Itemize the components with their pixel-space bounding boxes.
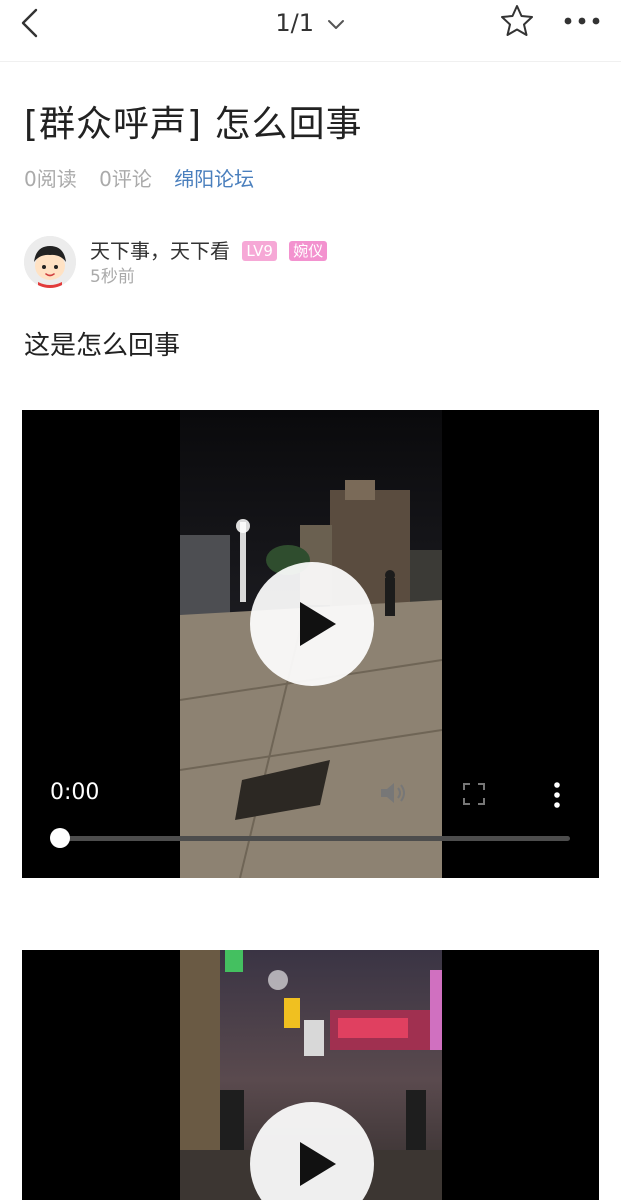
avatar[interactable] [24, 236, 76, 288]
level-badge: LV9 [242, 241, 277, 261]
favorite-button[interactable] [498, 2, 536, 40]
comment-count: 0评论 [99, 167, 152, 191]
video-player[interactable] [22, 950, 599, 1200]
post-body: 这是怎么回事 [24, 331, 181, 361]
post-meta: 0阅读 0评论 绵阳论坛 [24, 164, 270, 194]
volume-icon [381, 783, 405, 803]
play-icon [300, 1142, 336, 1186]
more-horizontal-icon [564, 17, 600, 25]
more-button[interactable] [560, 4, 606, 38]
author-name[interactable]: 天下事，天下看 [90, 239, 230, 263]
fullscreen-button[interactable] [462, 782, 486, 810]
video-player[interactable]: 0:00 [22, 410, 599, 878]
post-title: [群众呼声] 怎么回事 [24, 104, 363, 145]
author-name-line: 天下事，天下看 LV9 婉仪 [90, 238, 328, 264]
play-icon [300, 602, 336, 646]
author-row: 天下事，天下看 LV9 婉仪 5秒前 [24, 236, 584, 292]
forum-link[interactable]: 绵阳论坛 [174, 167, 254, 191]
page-indicator: 1/1 [275, 9, 314, 37]
post-time: 5秒前 [90, 267, 135, 287]
more-vertical-icon [554, 782, 560, 808]
fullscreen-icon [463, 783, 485, 805]
seek-handle[interactable] [50, 828, 70, 848]
seek-bar[interactable] [58, 836, 570, 841]
read-count: 0阅读 [24, 167, 77, 191]
star-icon [501, 5, 533, 36]
role-badge: 婉仪 [289, 241, 328, 261]
top-nav: 1/1 [0, 0, 621, 62]
cartoon-face-icon [24, 236, 76, 288]
play-button[interactable] [250, 562, 374, 686]
play-button[interactable] [250, 1102, 374, 1200]
video-current-time: 0:00 [50, 780, 100, 805]
video-menu-button[interactable] [550, 780, 564, 814]
chevron-down-icon [326, 7, 346, 41]
mute-button[interactable] [378, 778, 408, 812]
